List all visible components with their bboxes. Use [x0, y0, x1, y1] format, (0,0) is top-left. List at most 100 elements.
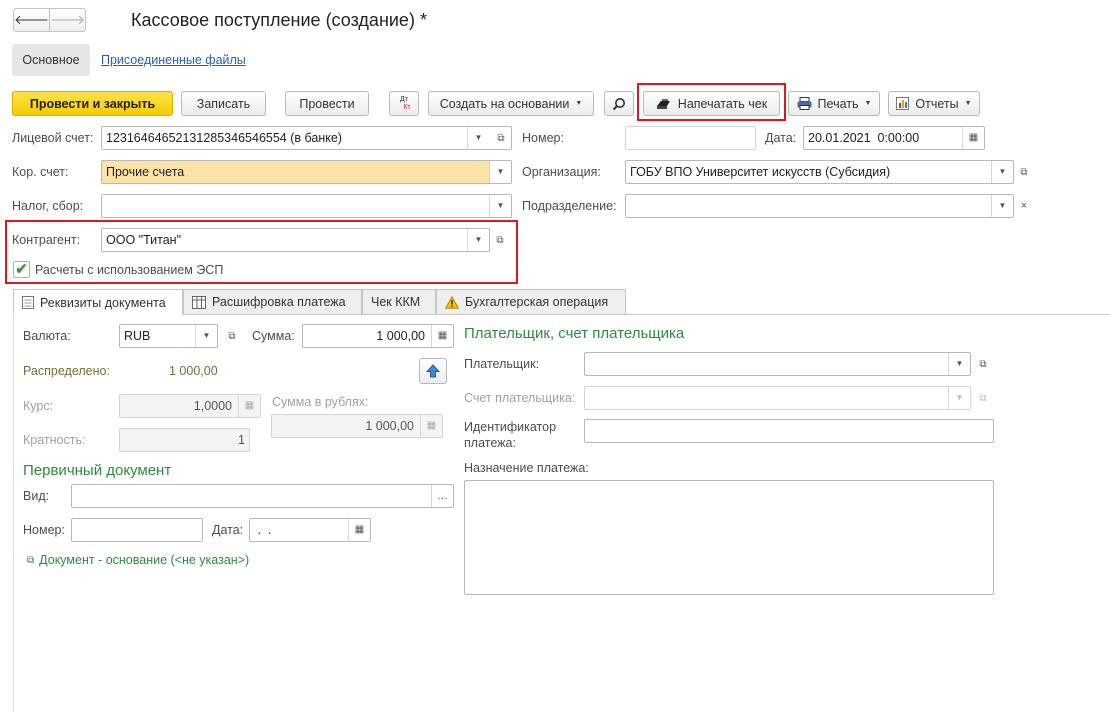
payer-label: Плательщик: — [464, 357, 540, 371]
kind-label: Вид: — [23, 489, 50, 503]
doc-date-label: Дата: — [212, 523, 244, 537]
dt-kt-button[interactable]: Дт Кт — [389, 91, 419, 116]
printer-icon — [797, 97, 812, 110]
tab-payment-breakdown-label: Расшифровка платежа — [212, 295, 346, 309]
dropdown-arrow-icon[interactable]: ▼ — [991, 161, 1013, 183]
organization-field[interactable]: ГОБУ ВПО Университет искусств (Субсидия)… — [625, 160, 1014, 184]
kind-field[interactable]: … — [71, 484, 454, 508]
dropdown-arrow-icon: ▼ — [948, 387, 970, 409]
account-value: 12316464652131285346546554 (в банке) — [106, 131, 342, 145]
arrow-up-icon — [426, 364, 440, 378]
create-based-on-label: Создать на основании — [439, 96, 570, 111]
rub-sum-field: 1 000,00 ▦ — [271, 414, 443, 438]
distributed-label: Распределено: — [23, 364, 110, 378]
payment-id-field[interactable] — [584, 419, 994, 443]
forward-arrow-icon[interactable]: 🡒 — [50, 9, 85, 31]
doc-number-field[interactable] — [71, 518, 203, 542]
currency-field[interactable]: RUB ▼ — [119, 324, 218, 348]
currency-value: RUB — [124, 329, 151, 343]
organization-label: Организация: — [522, 165, 601, 179]
dropdown-arrow-icon[interactable]: ▼ — [195, 325, 217, 347]
print-button[interactable]: Печать ▼ — [788, 91, 880, 116]
payer-account-label: Счет плательщика: — [464, 391, 576, 405]
open-link-icon: ⧉ — [27, 554, 35, 566]
tab-document-details-label: Реквизиты документа — [40, 295, 166, 310]
department-field[interactable]: ▼ — [625, 194, 1014, 218]
rate-field: 1,0000 ▦ — [119, 394, 261, 418]
payer-section-title: Плательщик, счет плательщика — [464, 325, 685, 342]
tab-accounting-operation[interactable]: Бухгалтерская операция — [436, 289, 626, 314]
ellipsis-icon[interactable]: … — [431, 485, 453, 507]
date-value: 20.01.2021 0:00:00 — [808, 131, 920, 145]
open-account-icon[interactable]: ⧉ — [490, 126, 512, 150]
tab-kkm-receipt[interactable]: Чек ККМ — [362, 289, 436, 314]
magnifier-icon — [612, 97, 625, 110]
print-receipt-highlight — [637, 83, 786, 121]
purpose-label: Назначение платежа: — [464, 461, 589, 475]
back-arrow-icon[interactable]: 🡐 — [14, 9, 50, 31]
date-field[interactable]: 20.01.2021 0:00:00 ▦ — [803, 126, 985, 150]
open-payer-icon[interactable]: ⧉ — [972, 352, 994, 376]
account-field[interactable]: 12316464652131285346546554 (в банке) ▼ — [101, 126, 512, 150]
distribute-button[interactable] — [419, 358, 447, 384]
sum-value: 1 000,00 — [376, 329, 425, 343]
chevron-down-icon: ▼ — [964, 100, 972, 107]
base-document-link[interactable]: ⧉ Документ - основание (<не указан>) — [27, 553, 249, 567]
dropdown-arrow-icon[interactable]: ▼ — [489, 195, 511, 217]
tab-accounting-operation-label: Бухгалтерская операция — [465, 295, 609, 309]
tab-panel-divider — [183, 314, 1110, 315]
tax-field[interactable]: ▼ — [101, 194, 512, 218]
kt-label: Кт — [403, 103, 411, 111]
save-button[interactable]: Записать — [181, 91, 266, 116]
dt-label: Дт — [400, 95, 408, 103]
reports-label: Отчеты — [915, 96, 959, 111]
currency-label: Валюта: — [23, 329, 71, 343]
search-button[interactable] — [604, 91, 634, 116]
tab-main[interactable]: Основное — [12, 44, 90, 76]
purpose-textarea[interactable] — [464, 480, 994, 595]
dropdown-arrow-icon[interactable]: ▼ — [948, 353, 970, 375]
reports-button[interactable]: Отчеты ▼ — [888, 91, 980, 116]
open-organization-icon[interactable]: ⧉ — [1013, 160, 1035, 184]
sum-label: Сумма: — [252, 329, 295, 343]
open-currency-icon[interactable]: ⧉ — [221, 324, 243, 348]
calculator-icon[interactable]: ▦ — [431, 325, 453, 347]
primary-document-title: Первичный документ — [23, 462, 172, 479]
payer-field[interactable]: ▼ — [584, 352, 971, 376]
base-document-label: Документ - основание (<не указан>) — [39, 553, 250, 567]
post-button[interactable]: Провести — [285, 91, 369, 116]
doc-date-value: . . — [254, 523, 272, 537]
tab-attached-files[interactable]: Присоединенные файлы — [101, 53, 246, 67]
multiplicity-label: Кратность: — [23, 433, 86, 447]
rate-label: Курс: — [23, 399, 54, 413]
post-and-close-button[interactable]: Провести и закрыть — [12, 91, 173, 116]
tab-payment-breakdown[interactable]: Расшифровка платежа — [183, 289, 362, 314]
number-label: Номер: — [522, 131, 564, 145]
calculator-icon: ▦ — [420, 415, 442, 437]
create-based-on-button[interactable]: Создать на основании ▼ — [428, 91, 594, 116]
department-label: Подразделение: — [522, 199, 617, 213]
sum-field[interactable]: 1 000,00 ▦ — [302, 324, 454, 348]
corr-account-field[interactable]: Прочие счета ▼ — [101, 160, 512, 184]
calendar-icon[interactable]: ▦ — [962, 127, 984, 149]
calendar-icon[interactable]: ▦ — [348, 519, 370, 541]
print-label: Печать — [817, 96, 859, 111]
number-field[interactable] — [625, 126, 756, 150]
dropdown-arrow-icon[interactable]: ▼ — [467, 127, 489, 149]
rub-sum-value: 1 000,00 — [365, 419, 414, 433]
nav-group: 🡐 🡒 — [13, 8, 86, 32]
organization-value: ГОБУ ВПО Университет искусств (Субсидия) — [630, 165, 891, 179]
payment-id-label-line1: Идентификатор — [464, 420, 557, 434]
warning-icon — [445, 295, 459, 309]
dropdown-arrow-icon[interactable]: ▼ — [991, 195, 1013, 217]
doc-date-field[interactable]: . . ▦ — [249, 518, 371, 542]
tab-document-details[interactable]: Реквизиты документа — [13, 289, 183, 315]
dropdown-arrow-icon[interactable]: ▼ — [489, 161, 511, 183]
calculator-icon: ▦ — [238, 395, 260, 417]
doc-number-label: Номер: — [23, 523, 65, 537]
clear-department-icon[interactable]: × — [1013, 194, 1035, 218]
window-title: Кассовое поступление (создание) * — [131, 10, 427, 30]
multiplicity-field: 1 — [119, 428, 250, 452]
rate-value: 1,0000 — [193, 399, 232, 413]
contractor-highlight — [5, 220, 518, 284]
